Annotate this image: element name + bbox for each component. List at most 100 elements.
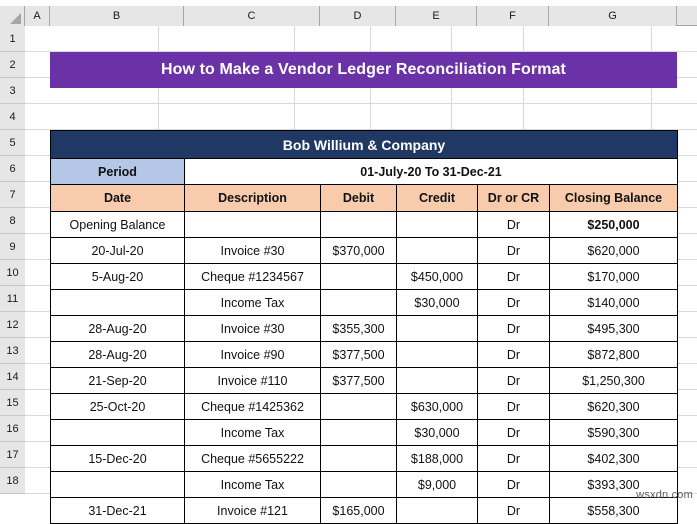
cell-credit[interactable]: $188,000: [396, 445, 478, 472]
cell-description[interactable]: Invoice #90: [184, 341, 321, 368]
ledger-column-header-credit: Credit: [396, 184, 478, 212]
cell-balance[interactable]: $170,000: [549, 263, 678, 290]
cell-date[interactable]: 21-Sep-20: [50, 367, 185, 394]
cell-date[interactable]: [50, 289, 185, 316]
cell-balance[interactable]: $558,300: [549, 497, 678, 524]
cell-credit[interactable]: $30,000: [396, 419, 478, 446]
cell-drcr[interactable]: Dr: [477, 289, 550, 316]
worksheet-title-banner: How to Make a Vendor Ledger Reconciliati…: [50, 52, 677, 88]
select-all-corner-button[interactable]: [0, 6, 25, 26]
excel-spreadsheet-window: ABCDEFG 1 2 3 4 5 6 7 8 9 10 11 12 13 14 15 16 17 18 How …: [0, 0, 697, 524]
ledger-data-row: 25-Oct-20 Cheque #1425362 $630,000 Dr $620,3…: [50, 393, 678, 420]
cell-balance[interactable]: $620,000: [549, 237, 678, 264]
cell-date[interactable]: 20-Jul-20: [50, 237, 185, 264]
site-watermark: wsxdn.com: [636, 489, 693, 501]
cell-description[interactable]: Income Tax: [184, 289, 321, 316]
cell-description[interactable]: Invoice #121: [184, 497, 321, 524]
ledger-data-row: Opening Balance Dr $250,000: [50, 211, 678, 238]
worksheet-title-text: How to Make a Vendor Ledger Reconciliati…: [161, 61, 566, 78]
ledger-data-row: Income Tax $30,000 Dr $140,000: [50, 289, 678, 316]
cell-date[interactable]: [50, 419, 185, 446]
column-header-c[interactable]: C: [184, 6, 320, 26]
cell-description[interactable]: Invoice #30: [184, 237, 321, 264]
cell-debit[interactable]: [320, 289, 397, 316]
cell-drcr[interactable]: Dr: [477, 393, 550, 420]
cell-drcr[interactable]: Dr: [477, 341, 550, 368]
cell-description[interactable]: Cheque #1425362: [184, 393, 321, 420]
cell-balance[interactable]: $402,300: [549, 445, 678, 472]
column-header-g[interactable]: G: [549, 6, 677, 26]
company-name-cell: Bob Willium & Company: [50, 130, 678, 159]
cell-description[interactable]: Cheque #5655222: [184, 445, 321, 472]
ledger-column-header-dr-or-cr: Dr or CR: [477, 184, 550, 212]
column-header-d[interactable]: D: [320, 6, 396, 26]
cell-date[interactable]: [50, 471, 185, 498]
cell-description[interactable]: Income Tax: [184, 419, 321, 446]
cell-credit[interactable]: [396, 211, 478, 238]
cell-debit[interactable]: [320, 445, 397, 472]
ledger-column-header-description: Description: [184, 184, 321, 212]
vendor-ledger-table: Bob Willium & Company Period 01-July-20 To…: [50, 130, 678, 524]
cell-description[interactable]: Invoice #110: [184, 367, 321, 394]
cell-date[interactable]: 28-Aug-20: [50, 315, 185, 342]
cell-credit[interactable]: $9,000: [396, 471, 478, 498]
cell-credit[interactable]: [396, 341, 478, 368]
cell-description[interactable]: Invoice #30: [184, 315, 321, 342]
cell-drcr[interactable]: Dr: [477, 211, 550, 238]
cell-drcr[interactable]: Dr: [477, 419, 550, 446]
cell-drcr[interactable]: Dr: [477, 237, 550, 264]
cell-description[interactable]: [184, 211, 321, 238]
cell-balance[interactable]: $590,300: [549, 419, 678, 446]
cell-date[interactable]: 31-Dec-21: [50, 497, 185, 524]
cell-date[interactable]: 15-Dec-20: [50, 445, 185, 472]
cell-balance[interactable]: $1,250,300: [549, 367, 678, 394]
column-header-f[interactable]: F: [477, 6, 549, 26]
cell-debit[interactable]: $377,500: [320, 341, 397, 368]
ledger-column-header-debit: Debit: [320, 184, 397, 212]
cell-debit[interactable]: [320, 393, 397, 420]
cell-credit[interactable]: [396, 497, 478, 524]
cell-debit[interactable]: [320, 471, 397, 498]
cell-balance[interactable]: $620,300: [549, 393, 678, 420]
cell-credit[interactable]: [396, 367, 478, 394]
cell-date[interactable]: 5-Aug-20: [50, 263, 185, 290]
cell-credit[interactable]: [396, 237, 478, 264]
cell-credit[interactable]: $630,000: [396, 393, 478, 420]
cell-balance[interactable]: $250,000: [549, 211, 678, 238]
period-label-cell: Period: [50, 158, 185, 185]
cell-debit[interactable]: $377,500: [320, 367, 397, 394]
cell-debit[interactable]: [320, 419, 397, 446]
cell-description[interactable]: Cheque #1234567: [184, 263, 321, 290]
period-row: Period 01-July-20 To 31-Dec-21: [50, 158, 678, 185]
cell-date[interactable]: 25-Oct-20: [50, 393, 185, 420]
cell-drcr[interactable]: Dr: [477, 315, 550, 342]
cell-description[interactable]: Income Tax: [184, 471, 321, 498]
column-header-b[interactable]: B: [50, 6, 184, 26]
cell-balance[interactable]: $495,300: [549, 315, 678, 342]
cell-drcr[interactable]: Dr: [477, 445, 550, 472]
ledger-data-row: 28-Aug-20 Invoice #90 $377,500 Dr $872,800: [50, 341, 678, 368]
cell-credit[interactable]: [396, 315, 478, 342]
select-all-triangle-icon: [10, 13, 21, 24]
cell-debit[interactable]: $165,000: [320, 497, 397, 524]
cell-drcr[interactable]: Dr: [477, 263, 550, 290]
cell-debit[interactable]: [320, 263, 397, 290]
column-header-a[interactable]: A: [25, 6, 50, 26]
ledger-data-row: Income Tax $9,000 Dr $393,300: [50, 471, 678, 498]
cell-balance[interactable]: $872,800: [549, 341, 678, 368]
ledger-data-row: 31-Dec-21 Invoice #121 $165,000 Dr $558,300: [50, 497, 678, 524]
cell-debit[interactable]: $355,300: [320, 315, 397, 342]
ledger-data-row: 28-Aug-20 Invoice #30 $355,300 Dr $495,300: [50, 315, 678, 342]
cell-debit[interactable]: [320, 211, 397, 238]
cell-debit[interactable]: $370,000: [320, 237, 397, 264]
cell-drcr[interactable]: Dr: [477, 367, 550, 394]
cell-balance[interactable]: $140,000: [549, 289, 678, 316]
cell-drcr[interactable]: Dr: [477, 497, 550, 524]
cell-credit[interactable]: $30,000: [396, 289, 478, 316]
cell-date[interactable]: 28-Aug-20: [50, 341, 185, 368]
worksheet-content: How to Make a Vendor Ledger Reconciliati…: [0, 26, 697, 524]
cell-credit[interactable]: $450,000: [396, 263, 478, 290]
cell-drcr[interactable]: Dr: [477, 471, 550, 498]
column-header-e[interactable]: E: [396, 6, 477, 26]
cell-date[interactable]: Opening Balance: [50, 211, 185, 238]
